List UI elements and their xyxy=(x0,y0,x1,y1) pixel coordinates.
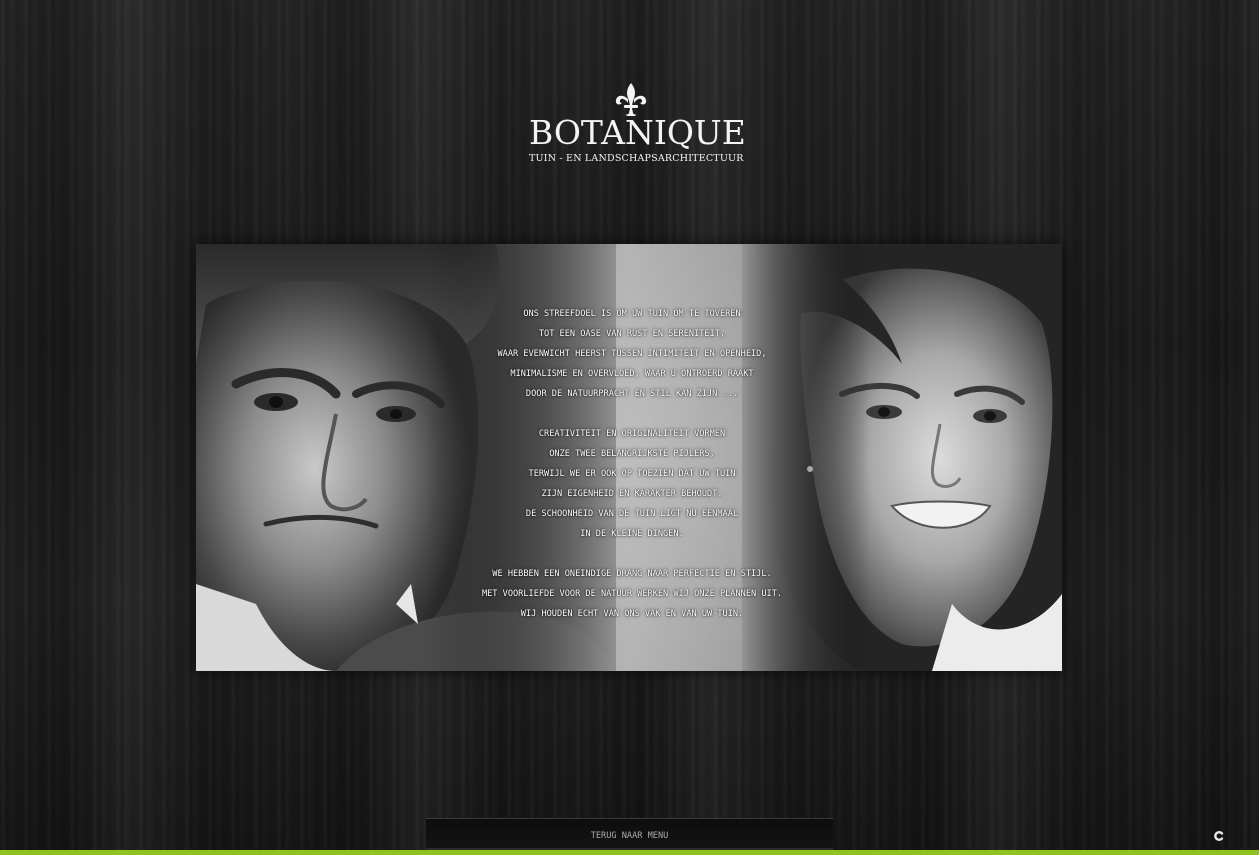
mission-line: ONZE TWEE BELANGRIJKSTE PIJLERS, xyxy=(549,449,715,459)
back-to-menu-button[interactable]: TERUG NAAR MENU xyxy=(426,818,833,850)
back-to-menu-label: TERUG NAAR MENU xyxy=(590,831,669,841)
brand-name: BOTANIQUE xyxy=(529,113,746,152)
mission-line: TERWIJL WE ER OOK OP TOEZIEN DAT UW TUIN xyxy=(528,469,736,479)
mission-line: MINIMALISME EN OVERVLOED, WAAR U ONTROER… xyxy=(510,369,754,379)
brand-tagline: TUIN - EN LANDSCHAPSARCHITECTUUR xyxy=(529,153,744,164)
mission-line: IN DE KLEINE DINGEN. xyxy=(580,529,684,539)
c-logo-icon[interactable] xyxy=(1213,830,1225,842)
mission-line: DOOR DE NATUURPRACHT EN STIL KAN ZIJN ..… xyxy=(525,389,739,399)
mission-line: ONS STREEFDOEL IS OM UW TUIN OM TE TOVER… xyxy=(523,309,741,319)
mission-statement: ONS STREEFDOEL IS OM UW TUIN OM TE TOVER… xyxy=(446,304,818,624)
portrait-photo: ONS STREEFDOEL IS OM UW TUIN OM TE TOVER… xyxy=(196,244,1062,671)
mission-line: MET VOORLIEFDE VOOR DE NATUUR WERKEN WIJ… xyxy=(481,589,783,599)
mission-line: DE SCHOONHEID VAN DE TUIN LIGT NU EENMAA… xyxy=(525,509,739,519)
mission-paragraph: WE HEBBEN EEN ONEINDIGE DRANG NAAR PERFE… xyxy=(446,564,818,624)
mission-paragraph: ONS STREEFDOEL IS OM UW TUIN OM TE TOVER… xyxy=(446,304,818,404)
mission-line: WIJ HOUDEN ECHT VAN ONS VAK EN VAN UW TU… xyxy=(520,609,744,619)
mission-line: CREATIVITEIT EN ORIGINALITEIT VORMEN xyxy=(538,429,726,439)
mission-line: TOT EEN OASE VAN RUST EN SERENITEIT, xyxy=(538,329,726,339)
mission-line: WAAR EVENWICHT HEERST TUSSEN INTIMITEIT … xyxy=(497,349,767,359)
mission-line: WE HEBBEN EEN ONEINDIGE DRANG NAAR PERFE… xyxy=(492,569,772,579)
mission-line: ZIJN EIGENHEID EN KARAKTER BEHOUDT. xyxy=(541,489,723,499)
accent-bar xyxy=(0,850,1259,855)
fleur-de-lis-icon xyxy=(615,83,647,116)
mission-paragraph: CREATIVITEIT EN ORIGINALITEIT VORMEN ONZ… xyxy=(446,424,818,544)
logo: BOTANIQUE TUIN - EN LANDSCHAPSARCHITECTU… xyxy=(529,82,746,174)
